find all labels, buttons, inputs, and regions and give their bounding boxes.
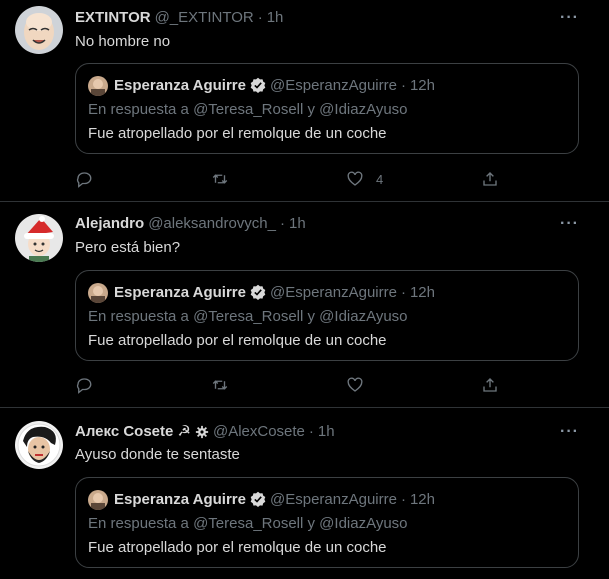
retweet-button[interactable]: [211, 373, 229, 397]
reply-icon: [76, 378, 92, 394]
quote-header: Esperanza Aguirre @EsperanzAguirre · 12h: [114, 283, 435, 306]
display-name[interactable]: EXTINTOR: [75, 9, 151, 26]
more-icon[interactable]: ···: [560, 10, 579, 26]
action-bar: 4: [75, 167, 575, 191]
tweet[interactable]: Alejandro @aleksandrovych_ · 1h ··· Pero es…: [0, 202, 609, 408]
tweet[interactable]: Алекс Cosete ☭ @AlexCosete · 1h ··· Ayuso d…: [0, 408, 609, 579]
verified-icon: [250, 77, 266, 99]
quote-text: Fue atropellado por el remolque de un co…: [88, 332, 387, 349]
quote-timestamp: 12h: [409, 77, 435, 94]
handle[interactable]: @AlexCosete: [213, 423, 305, 440]
separator: ·: [400, 77, 406, 94]
tweet-text: No hombre no: [75, 33, 171, 50]
reply-context: En respuesta a @Teresa_Rosell y @IdiazAy…: [88, 308, 408, 325]
retweet-button[interactable]: [211, 167, 229, 191]
quote-name: Esperanza Aguirre: [114, 491, 246, 508]
like-button[interactable]: 4: [346, 167, 383, 191]
tweet-text: Pero está bien?: [75, 239, 181, 256]
like-button[interactable]: [346, 373, 376, 397]
like-icon: [347, 171, 363, 186]
reply-context: En respuesta a @Teresa_Rosell y @IdiazAy…: [88, 515, 408, 532]
like-icon: [347, 377, 363, 392]
quoted-tweet[interactable]: Esperanza Aguirre @EsperanzAguirre · 12h En…: [75, 477, 579, 568]
more-icon[interactable]: ···: [560, 216, 579, 232]
avatar[interactable]: [15, 421, 63, 469]
share-icon: [483, 378, 497, 392]
timestamp[interactable]: 1h: [289, 215, 306, 232]
quoted-tweet[interactable]: Esperanza Aguirre @EsperanzAguirre · 12h En…: [75, 270, 579, 361]
handle[interactable]: @aleksandrovych_: [148, 215, 276, 232]
separator: ·: [400, 491, 406, 508]
display-name[interactable]: Алекс Cosete ☭: [75, 423, 191, 440]
reply-button[interactable]: [75, 167, 93, 191]
separator: ·: [257, 9, 263, 26]
settings-icon: [195, 425, 209, 445]
reply-button[interactable]: [75, 373, 93, 397]
share-button[interactable]: [481, 373, 499, 397]
timestamp[interactable]: 1h: [267, 9, 284, 26]
quote-handle: @EsperanzAguirre: [270, 284, 397, 301]
quote-text: Fue atropellado por el remolque de un co…: [88, 125, 387, 142]
avatar[interactable]: [15, 214, 63, 262]
like-count: 4: [376, 171, 384, 187]
display-name[interactable]: Alejandro: [75, 215, 144, 232]
quote-name: Esperanza Aguirre: [114, 77, 246, 94]
share-button[interactable]: [481, 167, 499, 191]
quote-text: Fue atropellado por el remolque de un co…: [88, 539, 387, 556]
quote-avatar: [88, 76, 108, 96]
reply-context: En respuesta a @Teresa_Rosell y @IdiazAy…: [88, 101, 408, 118]
quote-header: Esperanza Aguirre @EsperanzAguirre · 12h: [114, 76, 435, 99]
separator: ·: [400, 284, 406, 301]
verified-icon: [250, 284, 266, 306]
more-icon[interactable]: ···: [560, 424, 579, 440]
quote-handle: @EsperanzAguirre: [270, 77, 397, 94]
timestamp[interactable]: 1h: [318, 423, 335, 440]
quote-name: Esperanza Aguirre: [114, 284, 246, 301]
verified-icon: [250, 491, 266, 513]
tweet-header: Alejandro @aleksandrovych_ · 1h: [75, 214, 306, 234]
quoted-tweet[interactable]: Esperanza Aguirre @EsperanzAguirre · 12h En…: [75, 63, 579, 154]
tweet-header: EXTINTOR @_EXTINTOR · 1h: [75, 8, 283, 28]
tweet-text: Ayuso donde te sentaste: [75, 446, 240, 463]
quote-avatar: [88, 490, 108, 510]
quote-timestamp: 12h: [409, 284, 435, 301]
avatar[interactable]: [15, 6, 63, 54]
share-icon: [483, 172, 497, 186]
quote-avatar: [88, 283, 108, 303]
retweet-icon: [212, 174, 228, 184]
retweet-icon: [212, 380, 228, 390]
handle[interactable]: @_EXTINTOR: [155, 9, 254, 26]
separator: ·: [308, 423, 314, 440]
action-bar: [75, 373, 575, 397]
quote-header: Esperanza Aguirre @EsperanzAguirre · 12h: [114, 490, 435, 513]
quote-handle: @EsperanzAguirre: [270, 491, 397, 508]
separator: ·: [279, 215, 285, 232]
quote-timestamp: 12h: [409, 491, 435, 508]
reply-icon: [76, 172, 92, 188]
tweet-header: Алекс Cosete ☭ @AlexCosete · 1h: [75, 422, 335, 442]
tweet[interactable]: EXTINTOR @_EXTINTOR · 1h ··· No hombre no E…: [0, 0, 609, 202]
